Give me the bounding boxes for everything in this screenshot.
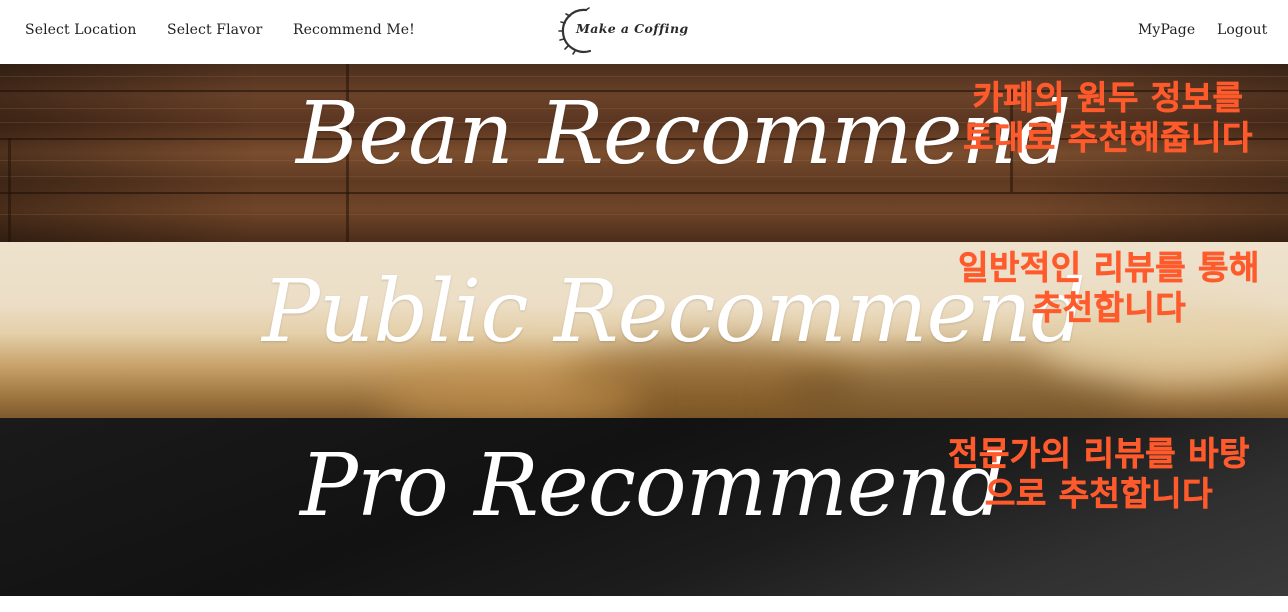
wood-plank-seam	[8, 138, 11, 242]
description-line: 토대로 추천해줍니다	[963, 118, 1253, 158]
description-line: 전문가의 리뷰를 바탕	[948, 434, 1250, 474]
nav-link-mypage[interactable]: MyPage	[1138, 22, 1195, 38]
description-line: 추천합니다	[1031, 288, 1187, 328]
description-line: 으로 추천합니다	[984, 474, 1213, 514]
bean-recommend-banner[interactable]: Bean Recommend 카페의 원두 정보를 토대로 추천해줍니다	[0, 64, 1288, 242]
public-recommend-description: 일반적인 리뷰를 통해 추천합니다	[934, 248, 1284, 328]
pro-recommend-description: 전문가의 리뷰를 바탕 으로 추천합니다	[924, 434, 1274, 514]
nav-link-select-flavor[interactable]: Select Flavor	[167, 22, 262, 38]
public-recommend-banner[interactable]: Public Recommend 일반적인 리뷰를 통해 추천합니다	[0, 242, 1288, 418]
bean-recommend-description: 카페의 원두 정보를 토대로 추천해줍니다	[938, 78, 1278, 158]
wood-plank-divider	[0, 192, 1288, 194]
pro-recommend-banner[interactable]: Pro Recommend 전문가의 리뷰를 바탕 으로 추천합니다	[0, 418, 1288, 596]
description-line: 카페의 원두 정보를	[972, 78, 1244, 118]
wood-grain	[0, 214, 1288, 215]
nav-link-logout[interactable]: Logout	[1217, 22, 1267, 38]
site-logo[interactable]: Make a Coffing	[556, 4, 688, 58]
nav-link-select-location[interactable]: Select Location	[25, 22, 137, 38]
top-navbar: Select Location Select Flavor Recommend …	[0, 0, 1288, 64]
description-line: 일반적인 리뷰를 통해	[958, 248, 1260, 288]
logo-text: Make a Coffing	[576, 21, 689, 36]
pro-recommend-title: Pro Recommend	[300, 436, 1006, 536]
nav-link-recommend-me[interactable]: Recommend Me!	[293, 22, 415, 38]
wood-grain	[0, 76, 1288, 77]
